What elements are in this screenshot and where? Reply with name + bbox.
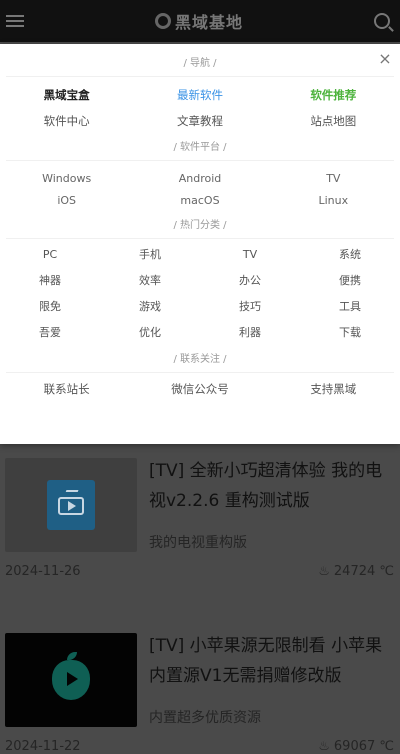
- contact-admin-link[interactable]: 联系站长: [0, 374, 133, 404]
- category-link[interactable]: PC: [0, 242, 100, 268]
- platform-macos[interactable]: macOS: [133, 190, 266, 212]
- category-link[interactable]: 办公: [200, 268, 300, 294]
- views-count: 69067 ℃: [333, 739, 394, 754]
- platform-ios[interactable]: iOS: [0, 190, 133, 212]
- nav-section: / 导航 / 黑域宝盒 最新软件 软件推荐 软件中心 文章教程 站点地图: [0, 44, 400, 134]
- views-count: 24724 ℃: [333, 564, 394, 579]
- nav-link-hy-box[interactable]: 黑域宝盒: [0, 82, 133, 108]
- platform-windows[interactable]: Windows: [0, 168, 133, 190]
- article-thumbnail[interactable]: [5, 633, 137, 727]
- close-icon[interactable]: ×: [376, 50, 394, 68]
- wechat-link[interactable]: 微信公众号: [133, 374, 266, 404]
- nav-link-recommend[interactable]: 软件推荐: [267, 82, 400, 108]
- category-link[interactable]: 工具: [300, 294, 400, 320]
- category-link[interactable]: 便携: [300, 268, 400, 294]
- nav-link-tutorials[interactable]: 文章教程: [133, 108, 266, 134]
- nav-link-latest[interactable]: 最新软件: [133, 82, 266, 108]
- category-link[interactable]: 效率: [100, 268, 200, 294]
- section-title: / 联系关注 /: [173, 354, 227, 365]
- tv-app-icon: [47, 480, 95, 530]
- category-link[interactable]: 手机: [100, 242, 200, 268]
- article-desc: 我的电视重构版: [149, 535, 247, 551]
- article-views: ♨ 24724 ℃: [318, 564, 394, 579]
- category-link[interactable]: 限免: [0, 294, 100, 320]
- article-desc: 内置超多优质资源: [149, 710, 261, 726]
- site-logo[interactable]: 黑域基地: [154, 9, 243, 33]
- article-thumbnail[interactable]: [5, 458, 137, 552]
- top-bar: 黑域基地: [0, 0, 400, 42]
- section-title: / 热门分类 /: [173, 220, 227, 231]
- menu-icon[interactable]: [6, 12, 24, 30]
- nav-link-software-center[interactable]: 软件中心: [0, 108, 133, 134]
- apple-play-icon: [52, 652, 90, 700]
- article-title[interactable]: [TV] 全新小巧超清体验 我的电视v2.2.6 重构测试版: [149, 456, 395, 516]
- support-link[interactable]: 支持黑域: [267, 374, 400, 404]
- flame-icon: ♨: [318, 564, 330, 579]
- section-title: / 软件平台 /: [173, 142, 227, 153]
- logo-text: 黑域基地: [174, 13, 243, 32]
- platform-section: / 软件平台 / Windows Android TV iOS macOS Li…: [0, 136, 400, 212]
- category-link[interactable]: 神器: [0, 268, 100, 294]
- category-link[interactable]: TV: [200, 242, 300, 268]
- search-icon[interactable]: [373, 13, 390, 29]
- category-link[interactable]: 游戏: [100, 294, 200, 320]
- article-date: 2024-11-22: [5, 739, 81, 754]
- nav-menu-panel: × / 导航 / 黑域宝盒 最新软件 软件推荐 软件中心 文章教程 站点地图 /…: [0, 44, 400, 444]
- article-date: 2024-11-26: [5, 564, 81, 579]
- flame-icon: ♨: [318, 739, 330, 754]
- section-title: / 导航 /: [183, 58, 217, 69]
- hot-category-section: / 热门分类 / PC 手机 TV 系统 神器 效率 办公 便携 限免 游戏 技…: [0, 214, 400, 346]
- category-link[interactable]: 优化: [100, 320, 200, 346]
- platform-android[interactable]: Android: [133, 168, 266, 190]
- category-link[interactable]: 下载: [300, 320, 400, 346]
- category-link[interactable]: 吾爱: [0, 320, 100, 346]
- platform-tv[interactable]: TV: [267, 168, 400, 190]
- platform-linux[interactable]: Linux: [267, 190, 400, 212]
- category-link[interactable]: 利器: [200, 320, 300, 346]
- contact-section: / 联系关注 / 联系站长 微信公众号 支持黑域: [0, 348, 400, 404]
- nav-link-sitemap[interactable]: 站点地图: [267, 108, 400, 134]
- article-views: ♨ 69067 ℃: [318, 739, 394, 754]
- category-link[interactable]: 系统: [300, 242, 400, 268]
- logo-icon: [154, 13, 171, 29]
- article-title[interactable]: [TV] 小苹果源无限制看 小苹果内置源V1无需捐赠修改版: [149, 631, 395, 691]
- category-link[interactable]: 技巧: [200, 294, 300, 320]
